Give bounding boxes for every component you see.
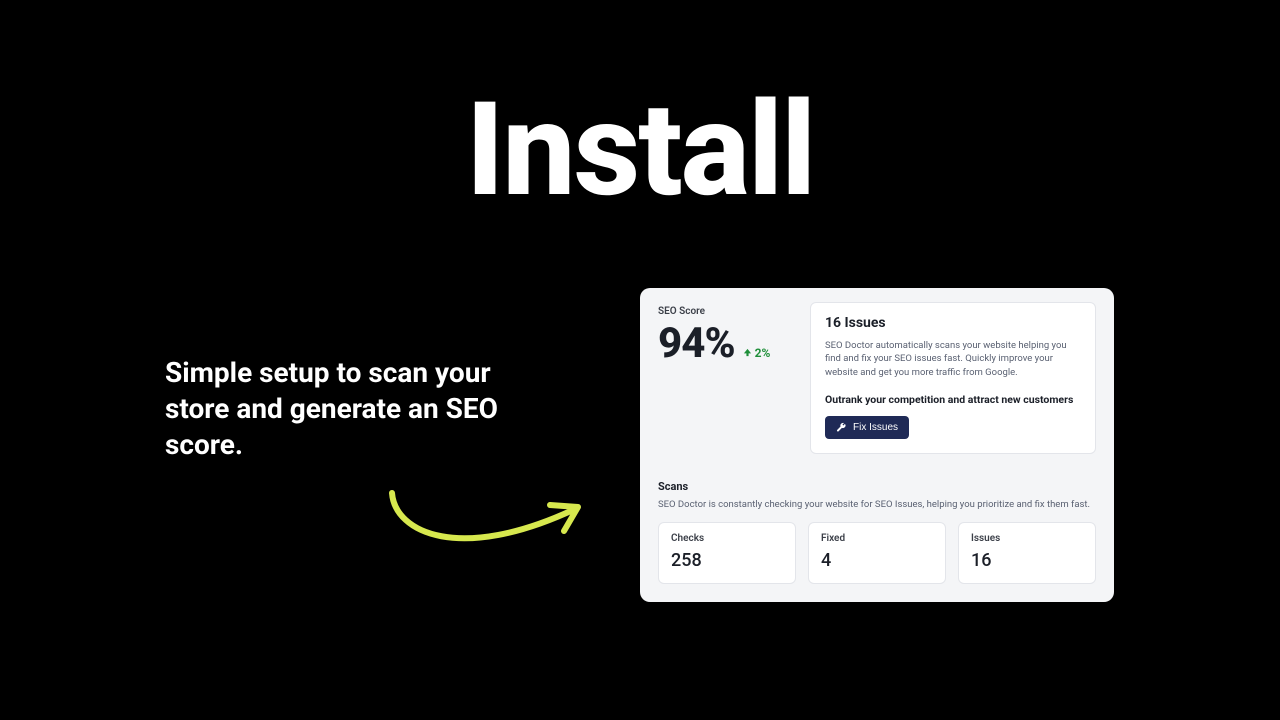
wrench-icon [836, 422, 847, 433]
hero-subhead: Simple setup to scan your store and gene… [165, 355, 525, 462]
scans-section: Scans SEO Doctor is constantly checking … [658, 480, 1096, 584]
fix-issues-button[interactable]: Fix Issues [825, 416, 909, 439]
fix-issues-button-label: Fix Issues [853, 422, 898, 433]
seo-score-delta-value: 2% [755, 346, 771, 360]
stat-card-checks: Checks 258 [658, 522, 796, 584]
scans-title: Scans [658, 480, 1096, 493]
stat-label: Issues [971, 533, 1083, 544]
arrow-icon [380, 485, 595, 560]
issues-card: 16 Issues SEO Doctor automatically scans… [810, 302, 1096, 454]
stat-value: 16 [971, 550, 1083, 571]
seo-score-delta: 2% [743, 346, 771, 360]
dashboard-card: SEO Score 94% 2% 16 Issues SEO Doctor au… [640, 288, 1114, 602]
issues-title: 16 Issues [825, 315, 1081, 331]
stat-card-issues: Issues 16 [958, 522, 1096, 584]
arrow-up-icon [743, 348, 752, 357]
seo-score-label: SEO Score [658, 306, 796, 317]
stat-card-fixed: Fixed 4 [808, 522, 946, 584]
stat-value: 258 [671, 550, 783, 571]
stat-label: Fixed [821, 533, 933, 544]
stat-value: 4 [821, 550, 933, 571]
outrank-text: Outrank your competition and attract new… [825, 393, 1081, 406]
issues-description: SEO Doctor automatically scans your webs… [825, 339, 1081, 379]
stat-label: Checks [671, 533, 783, 544]
hero-title: Install [0, 85, 1280, 215]
seo-score-value: 94% [658, 319, 735, 368]
seo-score-block: SEO Score 94% 2% [658, 302, 796, 454]
scans-description: SEO Doctor is constantly checking your w… [658, 499, 1096, 510]
